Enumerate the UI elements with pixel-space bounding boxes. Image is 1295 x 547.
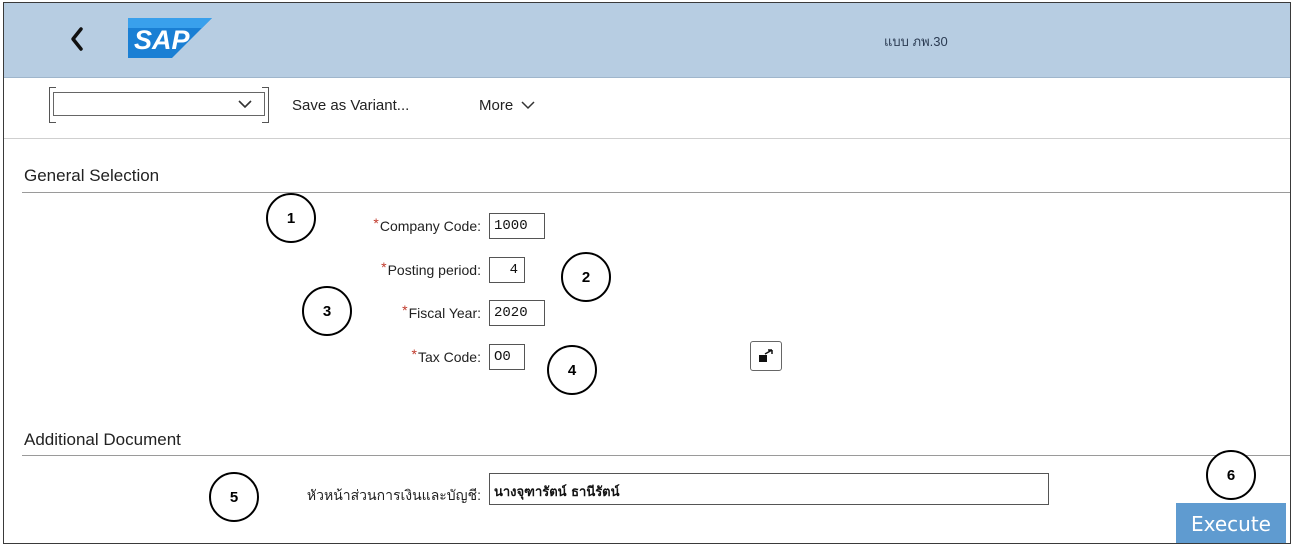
additional-document-title: Additional Document — [24, 430, 181, 449]
annotation-5: 5 — [209, 472, 259, 522]
company-code-label-text: Company Code: — [379, 218, 481, 234]
chevron-left-icon — [71, 27, 83, 51]
more-menu-button[interactable]: More — [479, 97, 535, 114]
required-marker: * — [411, 346, 417, 362]
shell-bar: SAP แบบ ภพ.30 — [4, 3, 1290, 78]
tax-code-label: *Tax Code: — [411, 346, 482, 365]
selection-toolbar: Save as Variant... More — [4, 78, 1290, 139]
tax-code-label-text: Tax Code: — [417, 349, 481, 365]
tax-code-input[interactable]: O0 — [489, 344, 525, 370]
required-marker: * — [373, 215, 379, 231]
annotation-6: 6 — [1206, 450, 1256, 500]
posting-period-input[interactable]: 4 — [489, 257, 525, 283]
finance-head-label: หัวหน้าส่วนการเงินและบัญชี: — [306, 487, 481, 503]
posting-period-label: *Posting period: — [381, 259, 481, 278]
sap-window: SAP แบบ ภพ.30 Save as Variant... More Ge… — [3, 2, 1291, 544]
back-button[interactable] — [64, 21, 90, 57]
variant-dropdown[interactable] — [53, 92, 265, 116]
required-marker: * — [402, 302, 408, 318]
company-code-input[interactable]: 1000 — [489, 213, 545, 239]
svg-text:SAP: SAP — [134, 25, 191, 55]
posting-period-label-text: Posting period: — [387, 262, 481, 278]
more-label: More — [479, 97, 514, 114]
fiscal-year-input[interactable]: 2020 — [489, 300, 545, 326]
annotation-3: 3 — [302, 286, 352, 336]
finance-head-input[interactable]: นางจุฑารัตน์ ธานีรัตน์ — [489, 473, 1049, 505]
execute-button[interactable]: Execute — [1176, 503, 1286, 543]
fiscal-year-label-text: Fiscal Year: — [408, 305, 481, 321]
variant-select[interactable] — [49, 87, 269, 123]
multiple-selection-button[interactable] — [750, 341, 782, 371]
app-title: แบบ ภพ.30 — [884, 34, 948, 49]
fiscal-year-label: *Fiscal Year: — [402, 302, 481, 321]
multiple-selection-icon — [759, 349, 773, 362]
sap-logo: SAP — [128, 18, 212, 58]
save-as-variant-button[interactable]: Save as Variant... — [292, 97, 409, 114]
chevron-down-icon — [238, 100, 252, 109]
annotation-4: 4 — [547, 345, 597, 395]
annotation-2: 2 — [561, 252, 611, 302]
additional-document-divider — [22, 455, 1290, 456]
annotation-1: 1 — [266, 193, 316, 243]
required-marker: * — [381, 259, 387, 275]
chevron-down-icon — [521, 101, 535, 110]
company-code-label: *Company Code: — [373, 215, 481, 234]
general-selection-divider — [22, 192, 1290, 193]
general-selection-title: General Selection — [24, 166, 160, 185]
